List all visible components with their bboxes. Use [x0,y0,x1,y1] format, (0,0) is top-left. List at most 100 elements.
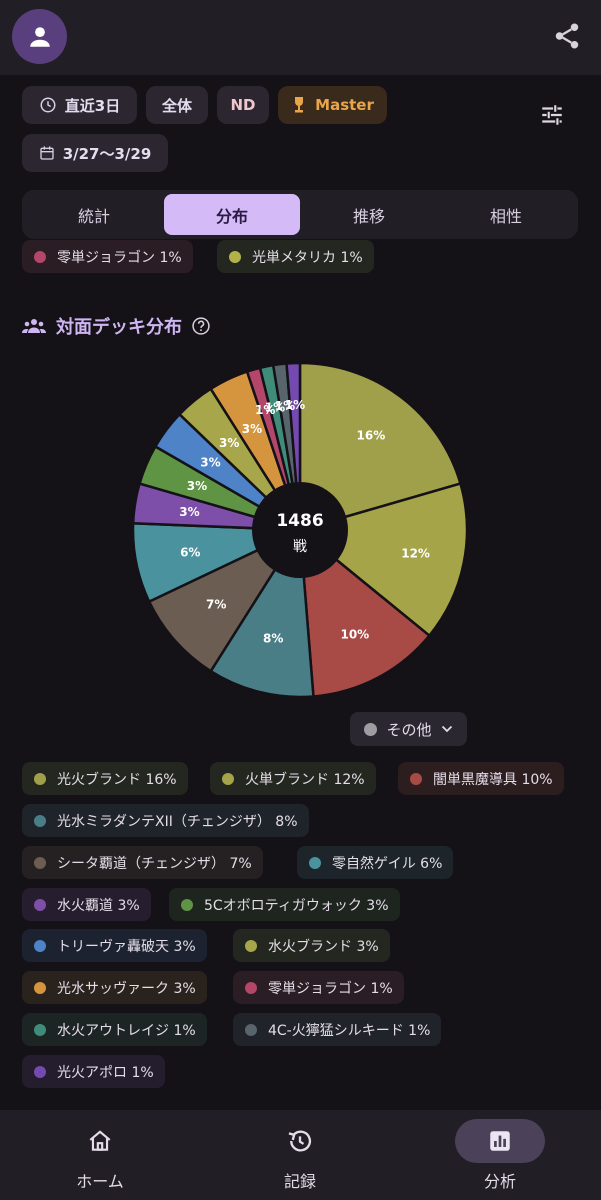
nav-history-label: 記録 [283,1172,316,1191]
legend-label: 光火アポロ 1% [57,1064,154,1081]
rank-filter-chip[interactable]: Master [278,86,387,124]
nav-analytics-label: 分析 [483,1172,516,1191]
legend-chip[interactable]: 光水ミラダンテXII（チェンジザ） 8% [22,804,309,837]
period-filter-chip[interactable]: 直近3日 [22,86,137,124]
tab-matchup[interactable]: 相性 [438,194,574,235]
legend-chip[interactable]: 光水サッヴァーク 3% [22,971,207,1004]
other-dot [364,722,378,736]
legend-dot [229,250,241,263]
share-icon [555,23,579,49]
legend-label: 火単ブランド 12% [245,771,365,788]
legend-chip[interactable]: 光単メタリカ 1% [217,240,374,273]
tab-trend[interactable]: 推移 [301,194,437,235]
legend-chip[interactable]: 4C-火獰猛シルキード 1% [233,1013,442,1046]
other-label: その他 [386,720,432,739]
pie-slice-label: 12% [401,547,430,561]
legend-label: 光水サッヴァーク 3% [57,980,196,997]
scope-label: 全体 [161,96,192,115]
legend-label: 4C-火獰猛シルキード 1% [268,1022,431,1039]
legend-dot [34,1065,46,1078]
trophy-icon [291,96,307,114]
legend-dot [34,898,46,911]
legend-label: 零単ジョラゴン 1% [57,249,182,266]
nav-history[interactable]: 記録 [200,1110,400,1200]
date-range-chip[interactable]: 3/27〜3/29 [22,134,168,172]
nav-analytics[interactable]: 分析 [400,1110,600,1200]
section-title: 対面デッキ分布 [22,312,211,340]
pie-slice-label: 3% [187,479,207,493]
legend-dot [309,856,321,869]
nav-home[interactable]: ホーム [0,1110,200,1200]
total-unit: 戦 [293,539,307,555]
app-bar [0,0,601,75]
pie-slice-label: 10% [340,627,369,641]
legend-label: トリーヴァ轟破天 3% [57,938,196,955]
tab-stats[interactable]: 統計 [26,194,162,235]
deck-distribution-pie-chart: 16%12%10%8%7%6%3%3%3%3%3%1%1%1%1% 1486 戦 [131,361,469,699]
pie-slice-label: 6% [180,545,200,559]
person-icon [29,26,50,47]
pie-slice-label: 3% [242,422,262,436]
legend-chip[interactable]: 水火覇道 3% [22,888,151,921]
help-circle-icon[interactable] [191,316,211,336]
filter-settings-button[interactable] [535,98,569,132]
legend-chip[interactable]: 闇単黒魔導具 10% [398,762,564,795]
legend-chip[interactable]: 火単ブランド 12% [210,762,376,795]
legend-label: 光単メタリカ 1% [252,249,363,266]
legend-dot [34,814,46,827]
legend-dot [181,898,193,911]
legend-dot [34,1023,46,1036]
pie-slice-label: 3% [179,505,199,519]
legend-label: 光火ブランド 16% [57,771,177,788]
legend-chip[interactable]: 水火アウトレイジ 1% [22,1013,207,1046]
history-icon [255,1119,345,1163]
legend-dot [34,772,46,785]
legend-dot [245,1023,257,1036]
legend-dot [34,939,46,952]
profile-avatar-button[interactable] [12,9,67,64]
legend-label: 5Cオボロティガウォック 3% [204,897,389,914]
calendar-icon [39,145,55,161]
nav-home-label: ホーム [76,1172,124,1191]
legend-label: 水火覇道 3% [57,897,140,914]
pie-slice-label: 7% [206,597,226,611]
legend-chip[interactable]: 光火アポロ 1% [22,1055,165,1088]
legend-dot [34,856,46,869]
legend-chip[interactable]: 水火ブランド 3% [233,929,390,962]
legend-chip[interactable]: 光火ブランド 16% [22,762,188,795]
legend-dot [34,981,46,994]
pie-slice-label: 1% [285,398,305,412]
date-range-label: 3/27〜3/29 [62,144,152,163]
pie-slice-label: 8% [263,632,283,646]
legend-chip[interactable]: 零自然ゲイル 6% [297,846,454,879]
legend-chip[interactable]: トリーヴァ轟破天 3% [22,929,207,962]
period-label: 直近3日 [64,96,121,115]
legend-dot [410,772,422,785]
tab-distribution[interactable]: 分布 [164,194,300,235]
total-count: 1486 [276,511,323,531]
legend-dot [34,250,46,263]
section-title-text: 対面デッキ分布 [56,317,182,338]
share-button[interactable] [549,18,585,54]
pie-slice-label: 16% [357,429,386,443]
legend-chip[interactable]: 5Cオボロティガウォック 3% [169,888,400,921]
pie-slice-label: 3% [200,456,220,470]
format-label: ND [230,96,256,114]
legend-dot [245,939,257,952]
legend-dot [222,772,234,785]
other-dropdown-button[interactable]: その他 [350,712,467,746]
legend-chip[interactable]: 零単ジョラゴン 1% [233,971,404,1004]
format-filter-chip[interactable]: ND [217,86,269,124]
scope-filter-chip[interactable]: 全体 [146,86,208,124]
legend-label: 水火ブランド 3% [268,938,379,955]
analytics-icon [455,1119,545,1163]
tune-icon [542,105,562,125]
clock-icon [39,96,57,114]
legend-label: 水火アウトレイジ 1% [57,1022,196,1039]
home-icon [55,1119,145,1163]
legend-label: 闇単黒魔導具 10% [433,771,553,788]
legend-label: 零自然ゲイル 6% [332,855,443,872]
legend-chip[interactable]: 零単ジョラゴン 1% [22,240,193,273]
bottom-navigation: ホーム 記録 分析 [0,1110,601,1200]
legend-chip[interactable]: シータ覇道（チェンジザ） 7% [22,846,263,879]
